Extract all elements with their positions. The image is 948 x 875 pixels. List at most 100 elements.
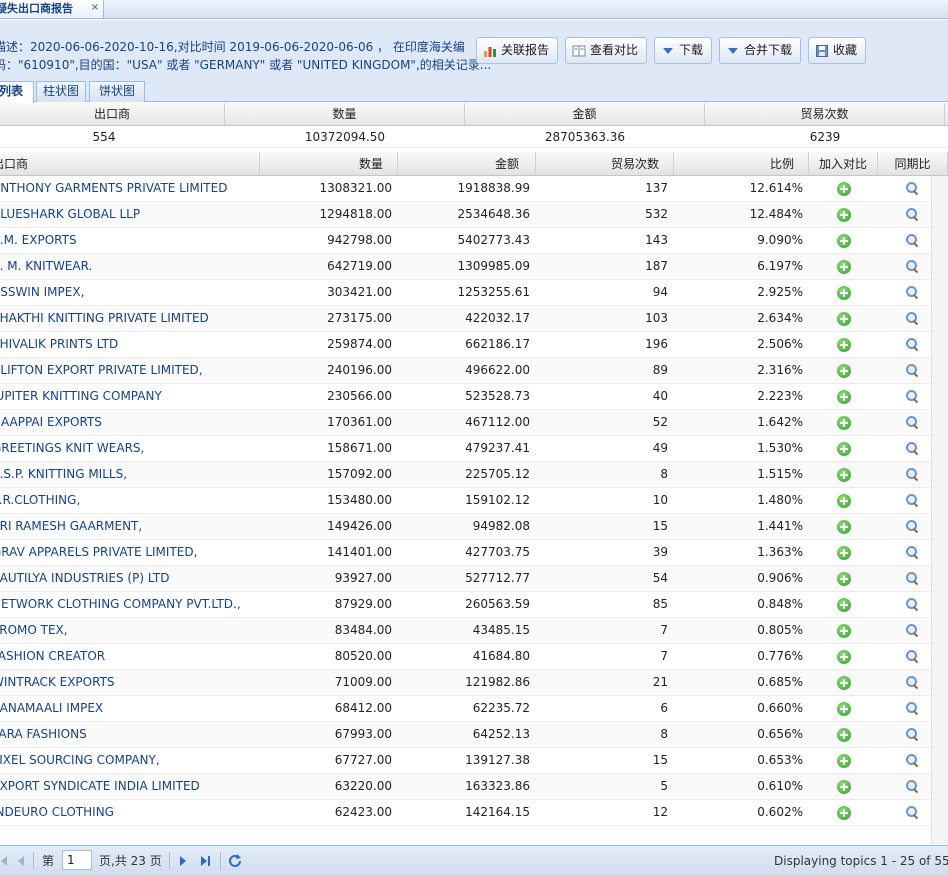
add-compare-icon[interactable] — [836, 649, 851, 664]
add-compare-icon[interactable] — [836, 311, 851, 326]
add-compare-icon[interactable] — [836, 545, 851, 560]
magnifier-icon[interactable] — [905, 338, 919, 351]
table-row[interactable]: ASSWIN IMPEX, 303421.00 1253255.61 94 2.925% — [0, 280, 948, 306]
exporter-name[interactable]: S. M. KNITWEAR. — [0, 254, 260, 280]
add-compare-icon[interactable] — [836, 337, 851, 352]
table-row[interactable]: JUPITER KNITTING COMPANY 230566.00 523528.… — [0, 384, 948, 410]
magnifier-icon[interactable] — [905, 494, 919, 507]
add-compare-icon[interactable] — [836, 233, 851, 248]
exporter-name[interactable]: NAAPPAI EXPORTS — [0, 410, 260, 436]
favorite-button[interactable]: 收藏 — [808, 37, 866, 64]
add-compare-icon[interactable] — [836, 805, 851, 820]
add-compare-icon[interactable] — [836, 467, 851, 482]
add-compare-icon[interactable] — [836, 285, 851, 300]
report-tab[interactable]: 疑失出口商报告 × — [0, 0, 104, 19]
exporter-name[interactable]: WINTRACK EXPORTS — [0, 670, 260, 696]
table-row[interactable]: CLIFTON EXPORT PRIVATE LIMITED, 240196.00… — [0, 358, 948, 384]
exporter-name[interactable]: FASHION CREATOR — [0, 644, 260, 670]
table-row[interactable]: FASHION CREATOR 80520.00 41684.80 7 0.776% — [0, 644, 948, 670]
vertical-scrollbar[interactable] — [931, 176, 948, 845]
exporter-name[interactable]: SRI RAMESH GAARMENT, — [0, 514, 260, 540]
exporter-name[interactable]: ASSWIN IMPEX, — [0, 280, 260, 306]
table-row[interactable]: WINTRACK EXPORTS 71009.00 121982.86 21 0.685… — [0, 670, 948, 696]
magnifier-icon[interactable] — [905, 390, 919, 403]
add-compare-icon[interactable] — [836, 415, 851, 430]
table-row[interactable]: BLUESHARK GLOBAL LLP 1294818.00 2534648.36… — [0, 202, 948, 228]
exporter-name[interactable]: GRAV APPARELS PRIVATE LIMITED, — [0, 540, 260, 566]
close-icon[interactable]: × — [89, 2, 101, 14]
magnifier-icon[interactable] — [905, 442, 919, 455]
exporter-name[interactable]: KAUTILYA INDUSTRIES (P) LTD — [0, 566, 260, 592]
exporter-name[interactable]: CLIFTON EXPORT PRIVATE LIMITED, — [0, 358, 260, 384]
add-compare-icon[interactable] — [836, 207, 851, 222]
refresh-icon[interactable] — [227, 853, 243, 869]
exporter-name[interactable]: V.R.CLOTHING, — [0, 488, 260, 514]
add-compare-icon[interactable] — [836, 259, 851, 274]
magnifier-icon[interactable] — [905, 728, 919, 741]
prev-page-icon[interactable] — [16, 855, 26, 867]
table-row[interactable]: S.S.P. KNITTING MILLS, 157092.00 225705.12… — [0, 462, 948, 488]
magnifier-icon[interactable] — [905, 468, 919, 481]
magnifier-icon[interactable] — [905, 312, 919, 325]
magnifier-icon[interactable] — [905, 806, 919, 819]
table-row[interactable]: ANTHONY GARMENTS PRIVATE LIMITED 1308321.… — [0, 176, 948, 202]
exporter-name[interactable]: JUPITER KNITTING COMPANY — [0, 384, 260, 410]
merge-download-button[interactable]: 合并下载 — [719, 37, 801, 64]
magnifier-icon[interactable] — [905, 182, 919, 195]
magnifier-icon[interactable] — [905, 416, 919, 429]
add-compare-icon[interactable] — [836, 727, 851, 742]
column-header-quantity[interactable]: 数量 — [260, 152, 398, 176]
exporter-name[interactable]: S.S.P. KNITTING MILLS, — [0, 462, 260, 488]
column-header-trades[interactable]: 贸易次数 — [536, 152, 674, 176]
exporter-name[interactable]: PROMO TEX, — [0, 618, 260, 644]
magnifier-icon[interactable] — [905, 598, 919, 611]
magnifier-icon[interactable] — [905, 234, 919, 247]
add-compare-icon[interactable] — [836, 519, 851, 534]
exporter-name[interactable]: NETWORK CLOTHING COMPANY PVT.LTD., — [0, 592, 260, 618]
next-page-icon[interactable] — [178, 855, 188, 867]
magnifier-icon[interactable] — [905, 546, 919, 559]
column-header-exporter[interactable]: 出口商 — [0, 152, 260, 176]
related-report-button[interactable]: 关联报告 — [476, 37, 558, 64]
exporter-name[interactable]: K.M. EXPORTS — [0, 228, 260, 254]
magnifier-icon[interactable] — [905, 520, 919, 533]
table-row[interactable]: KAUTILYA INDUSTRIES (P) LTD 93927.00 52771… — [0, 566, 948, 592]
exporter-name[interactable]: BLUESHARK GLOBAL LLP — [0, 202, 260, 228]
first-page-icon[interactable] — [0, 855, 8, 867]
table-row[interactable]: V.R.CLOTHING, 153480.00 159102.12 10 1.480% — [0, 488, 948, 514]
tab-list[interactable]: 列表 — [0, 81, 34, 103]
table-row[interactable]: KANAMAALI IMPEX 68412.00 62235.72 6 0.660% — [0, 696, 948, 722]
tab-pie-chart[interactable]: 饼状图 — [89, 81, 145, 102]
magnifier-icon[interactable] — [905, 572, 919, 585]
table-row[interactable]: GREETINGS KNIT WEARS, 158671.00 479237.41 4… — [0, 436, 948, 462]
add-compare-icon[interactable] — [836, 623, 851, 638]
exporter-name[interactable]: KANAMAALI IMPEX — [0, 696, 260, 722]
magnifier-icon[interactable] — [905, 260, 919, 273]
exporter-name[interactable]: SHIVALIK PRINTS LTD — [0, 332, 260, 358]
page-number-input[interactable]: 1 — [62, 850, 92, 870]
add-compare-icon[interactable] — [836, 701, 851, 716]
add-compare-icon[interactable] — [836, 389, 851, 404]
exporter-name[interactable]: SHAKTHI KNITTING PRIVATE LIMITED — [0, 306, 260, 332]
download-button[interactable]: 下载 — [654, 37, 712, 64]
add-compare-icon[interactable] — [836, 779, 851, 794]
add-compare-icon[interactable] — [836, 181, 851, 196]
exporter-name[interactable]: EXPORT SYNDICATE INDIA LIMITED — [0, 774, 260, 800]
column-header-amount[interactable]: 金额 — [398, 152, 536, 176]
magnifier-icon[interactable] — [905, 754, 919, 767]
add-compare-icon[interactable] — [836, 493, 851, 508]
table-row[interactable]: PROMO TEX, 83484.00 43485.15 7 0.805% — [0, 618, 948, 644]
table-row[interactable]: K.M. EXPORTS 942798.00 5402773.43 143 9.090% — [0, 228, 948, 254]
magnifier-icon[interactable] — [905, 364, 919, 377]
table-row[interactable]: INDEURO CLOTHING 62423.00 142164.15 12 0.602… — [0, 800, 948, 826]
view-compare-button[interactable]: 查看对比 — [565, 37, 647, 64]
add-compare-icon[interactable] — [836, 597, 851, 612]
table-row[interactable]: TARA FASHIONS 67993.00 64252.13 8 0.656% — [0, 722, 948, 748]
exporter-name[interactable]: PIXEL SOURCING COMPANY, — [0, 748, 260, 774]
table-row[interactable]: NAAPPAI EXPORTS 170361.00 467112.00 52 1.642… — [0, 410, 948, 436]
magnifier-icon[interactable] — [905, 624, 919, 637]
magnifier-icon[interactable] — [905, 702, 919, 715]
table-row[interactable]: SHIVALIK PRINTS LTD 259874.00 662186.17 196… — [0, 332, 948, 358]
tab-bar-chart[interactable]: 柱状图 — [36, 81, 86, 102]
table-row[interactable]: PIXEL SOURCING COMPANY, 67727.00 139127.38… — [0, 748, 948, 774]
